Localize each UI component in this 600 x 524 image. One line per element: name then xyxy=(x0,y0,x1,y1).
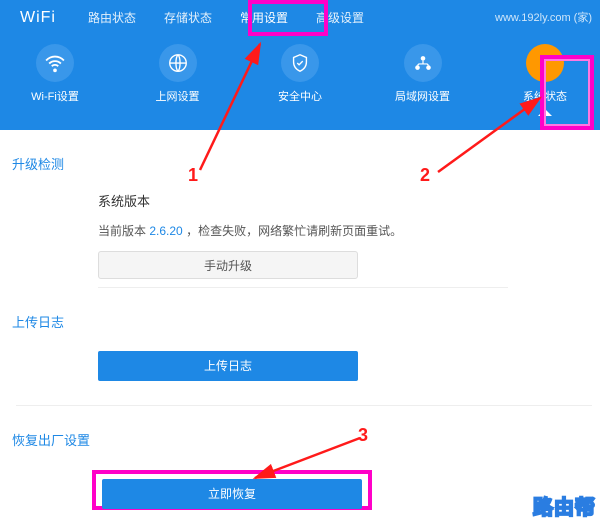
system-version-card: 系统版本 当前版本 2.6.20 ，检查失败，网络繁忙请刷新页面重试。 手动升级 xyxy=(98,191,508,288)
nav-internet[interactable]: 上网设置 xyxy=(143,44,213,104)
nav-wifi-label: Wi-Fi设置 xyxy=(31,88,79,104)
lan-icon xyxy=(404,44,442,82)
version-number: 2.6.20 xyxy=(149,224,182,238)
nav-lan[interactable]: 局域网设置 xyxy=(388,44,458,104)
content: 升级检测 系统版本 当前版本 2.6.20 ，检查失败，网络繁忙请刷新页面重试。… xyxy=(0,130,600,459)
version-suffix: ，检查失败，网络繁忙请刷新页面重试。 xyxy=(186,224,402,238)
version-prefix: 当前版本 xyxy=(98,224,146,238)
nav-lan-label: 局域网设置 xyxy=(395,88,450,104)
section-upgrade-check: 升级检测 xyxy=(8,130,600,183)
nav-security-label: 安全中心 xyxy=(278,88,322,104)
header: WiFi 路由状态 存储状态 常用设置 高级设置 www.192ly.com (… xyxy=(0,0,600,130)
nav-system-label: 系统状态 xyxy=(523,88,567,104)
nav-security[interactable]: 安全中心 xyxy=(265,44,335,104)
annotation-highlight-3: 立即恢复 xyxy=(92,470,372,510)
nav-system[interactable]: 系统状态 xyxy=(510,44,580,104)
nav-row: Wi-Fi设置 上网设置 安全中心 局域网设置 系统状态 xyxy=(0,36,600,104)
version-line: 当前版本 2.6.20 ，检查失败，网络繁忙请刷新页面重试。 xyxy=(98,222,508,239)
system-version-title: 系统版本 xyxy=(98,191,508,210)
section-upload-log: 上传日志 xyxy=(8,288,600,341)
watermark: 路由帮 xyxy=(533,491,596,520)
section-factory-reset: 恢复出厂设置 xyxy=(8,406,600,459)
manual-upgrade-button[interactable]: 手动升级 xyxy=(98,251,358,279)
wifi-icon xyxy=(36,44,74,82)
top-tabs: WiFi 路由状态 存储状态 常用设置 高级设置 www.192ly.com (… xyxy=(0,0,600,36)
nav-wifi[interactable]: Wi-Fi设置 xyxy=(20,44,90,104)
restore-now-button[interactable]: 立即恢复 xyxy=(102,479,362,509)
tab-storage-status[interactable]: 存储状态 xyxy=(150,0,226,36)
shield-icon xyxy=(281,44,319,82)
upload-log-wrap: 上传日志 xyxy=(98,351,600,405)
info-icon xyxy=(526,44,564,82)
logo: WiFi xyxy=(20,9,56,27)
active-indicator xyxy=(538,109,552,116)
header-url[interactable]: www.192ly.com (家) xyxy=(495,0,592,36)
nav-internet-label: 上网设置 xyxy=(156,88,200,104)
tab-common-settings[interactable]: 常用设置 xyxy=(226,0,302,36)
tab-router-status[interactable]: 路由状态 xyxy=(74,0,150,36)
globe-icon xyxy=(159,44,197,82)
upload-log-button[interactable]: 上传日志 xyxy=(98,351,358,381)
tab-advanced-settings[interactable]: 高级设置 xyxy=(302,0,378,36)
